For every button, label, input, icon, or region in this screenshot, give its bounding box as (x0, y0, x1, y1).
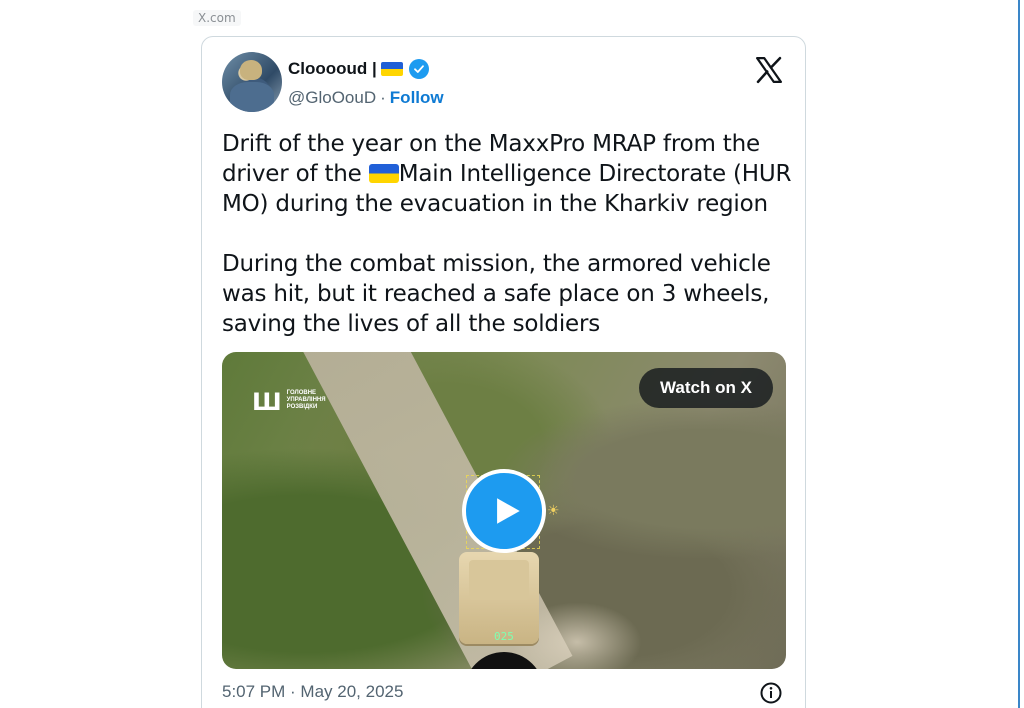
tweet-timestamp[interactable]: 5:07 PM · May 20, 2025 (222, 682, 403, 702)
author-handle[interactable]: @GloOouD (288, 88, 376, 107)
watch-on-x-button[interactable]: Watch on X (639, 368, 773, 408)
play-button[interactable] (462, 469, 546, 553)
tweet-paragraph-2: During the combat mission, the armored v… (222, 251, 778, 337)
play-icon (496, 498, 520, 524)
source-label: X.com (193, 10, 241, 26)
avatar-head-shape (240, 60, 262, 80)
ukraine-flag-icon (380, 62, 403, 76)
verified-badge-icon (408, 59, 429, 79)
x-logo-icon[interactable] (754, 55, 784, 85)
hud-heading-number: 025 (494, 630, 514, 643)
handle-row: @GloOouD · Follow (288, 88, 444, 108)
page-right-border (1018, 0, 1020, 708)
avatar-body-shape (230, 82, 274, 112)
vehicle-roof-shape (469, 560, 529, 600)
separator-dot: · (380, 88, 386, 107)
ukraine-flag-icon (368, 164, 399, 183)
video-thumbnail[interactable]: Ш ГОЛОВНЕ УПРАВЛІННЯ РОЗВІДКИ Watch on X… (222, 352, 786, 669)
avatar[interactable] (222, 52, 282, 112)
tweet-card[interactable]: Clooooud | @GloOouD · Follow Drift of the … (201, 36, 806, 708)
info-icon[interactable] (759, 681, 783, 705)
follow-link[interactable]: Follow (390, 88, 444, 107)
hur-watermark: Ш ГОЛОВНЕ УПРАВЛІННЯ РОЗВІДКИ (252, 390, 335, 414)
author-name[interactable]: Clooooud | (288, 59, 429, 79)
trident-icon: Ш (252, 388, 282, 416)
author-name-text: Clooooud | (288, 59, 377, 78)
tweet-text: Drift of the year on the MaxxPro MRAP fr… (222, 129, 792, 339)
hud-sun-icon: ☀ (547, 502, 560, 518)
watermark-text: ГОЛОВНЕ УПРАВЛІННЯ РОЗВІДКИ (286, 390, 326, 410)
